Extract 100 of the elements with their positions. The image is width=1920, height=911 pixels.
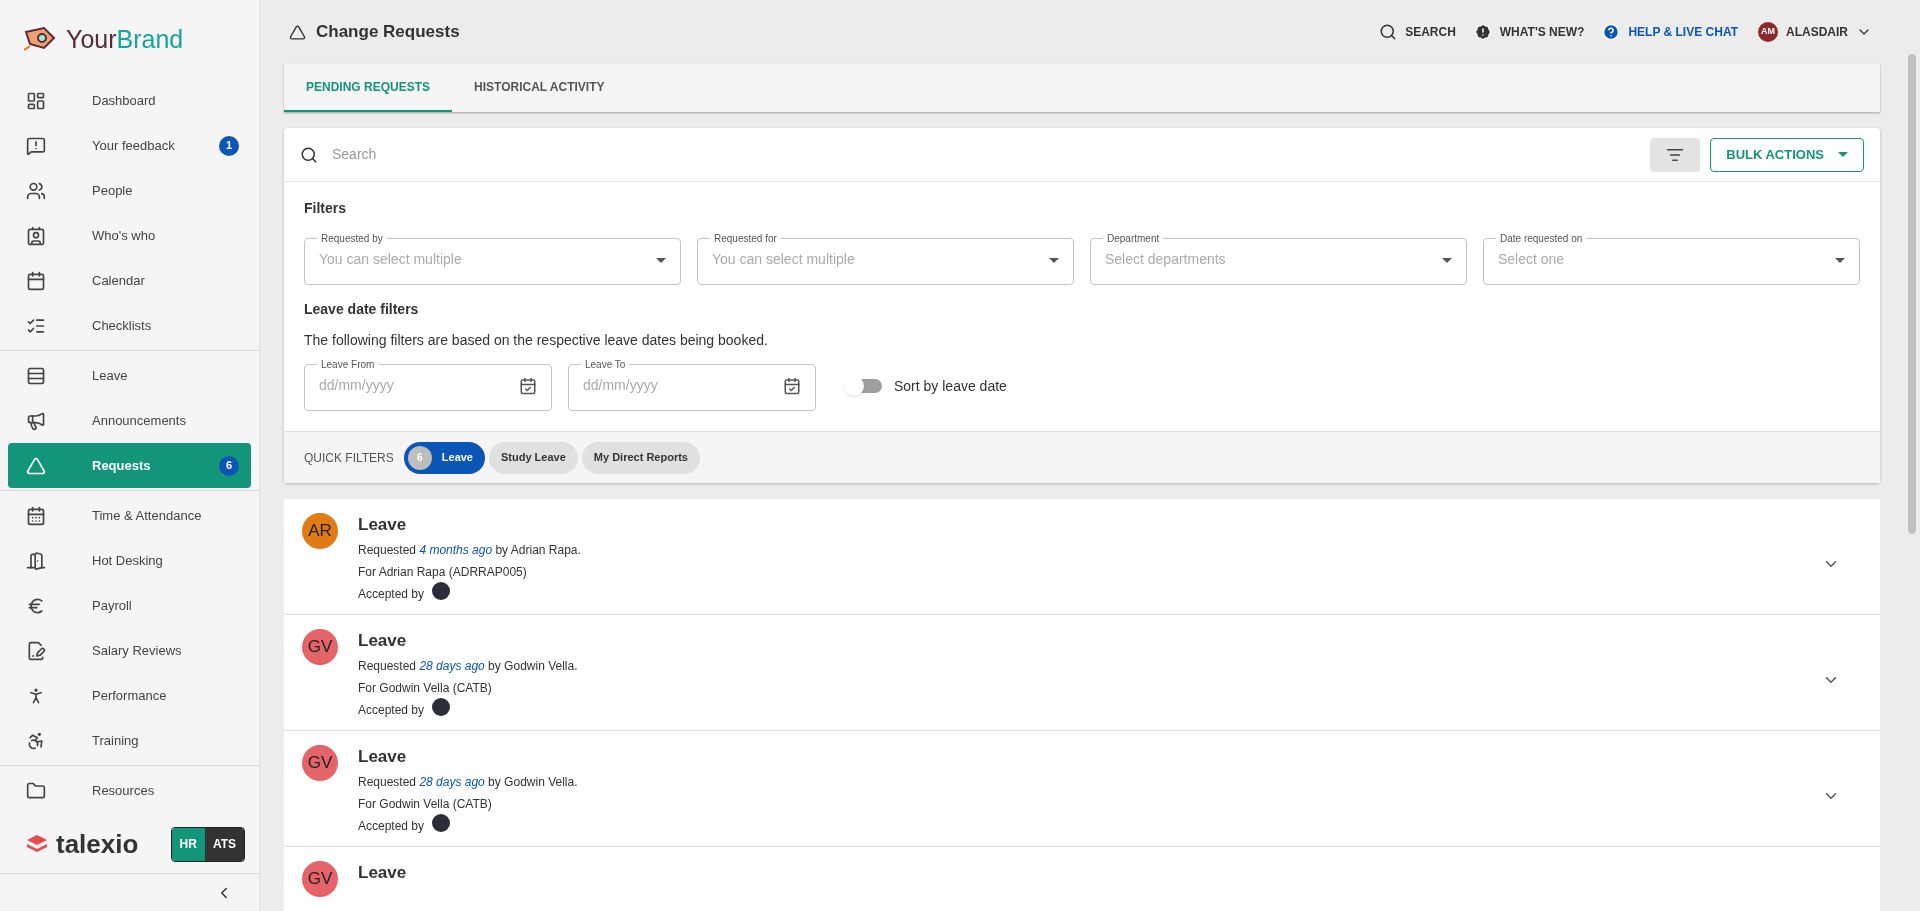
chip-count: 6 [407, 445, 432, 470]
requested-for-text: For Godwin Vella (CATB) [358, 680, 493, 697]
requested-for-text: For Godwin Vella (CATB) [358, 796, 493, 813]
triangle-icon [289, 23, 306, 41]
layers-logo-icon [26, 834, 48, 854]
filter-toggle-button[interactable] [1650, 137, 1701, 172]
select-input[interactable]: Select one [1498, 246, 1835, 274]
requested-text: Requested 4 months ago by Adrian Rapa. [358, 542, 582, 559]
approver-avatar [432, 814, 451, 832]
brand-logo: YourBrand [66, 26, 184, 52]
filters-heading: Filters [304, 199, 347, 218]
count-badge: 6 [219, 455, 239, 476]
sidebar-item[interactable]: Requests 6 [8, 443, 251, 488]
sidebar-item[interactable]: Salary Reviews [8, 628, 251, 673]
sidebar-item[interactable]: Dashboard [8, 78, 251, 123]
approver-avatar [432, 582, 451, 600]
quick-filter-chip[interactable]: My Direct Reports [581, 441, 700, 474]
quick-filter-chip[interactable]: Study Leave [489, 441, 578, 474]
dropdown-caret-icon[interactable] [656, 257, 666, 263]
dropdown-caret-icon [1838, 152, 1848, 157]
door-icon [26, 550, 46, 571]
request-title: Leave [358, 514, 408, 536]
date-input[interactable]: dd/mm/yyyy [583, 372, 783, 400]
field-label: Date requested on [1499, 232, 1584, 246]
sidebar-item[interactable]: Resources [8, 768, 251, 813]
request-title: Leave [358, 630, 408, 652]
request-card[interactable]: GV Leave Requested 28 days ago by Godwin Vella. For Godwin Vella (CATB) Accepted by [284, 615, 1880, 731]
megaphone-icon [26, 410, 46, 431]
header-action-button[interactable]: SEARCH [1379, 23, 1456, 41]
people-icon [26, 180, 46, 201]
request-card[interactable]: GV Leave Requested 28 days ago by Godwin Vella. For Godwin Vella (CATB) Accepted by [284, 731, 1880, 847]
scrollbar[interactable] [1908, 54, 1916, 534]
request-card[interactable]: AR Leave Requested 4 months ago by Adrian Rapa. For Adrian Rapa (ADRRAP005) Accepted by [284, 499, 1880, 615]
sidebar-item[interactable]: Hot Desking [8, 538, 251, 583]
request-card[interactable]: GV Leave [284, 847, 1880, 911]
talexio-logo: talexio [56, 831, 139, 857]
search-field[interactable]: Search [332, 144, 1651, 165]
select-input[interactable]: You can select multiple [712, 246, 1049, 274]
help-icon [1602, 23, 1621, 41]
dropdown-caret-icon[interactable] [1835, 257, 1845, 263]
sidebar-item[interactable]: Payroll [8, 583, 251, 628]
quick-filters-label: QUICK FILTERS [304, 449, 394, 467]
sidebar-item[interactable]: Announcements [8, 398, 251, 443]
leave-date-filters-heading: Leave date filters [304, 300, 420, 319]
sidebar-item[interactable]: People [8, 168, 251, 213]
accepted-by-label: Accepted by [358, 702, 425, 719]
user-menu-button[interactable]: AM ALASDAIR [1758, 22, 1872, 42]
sidebar-item[interactable]: Calendar [8, 258, 251, 303]
select-input[interactable]: Select departments [1105, 246, 1442, 274]
accepted-by-label: Accepted by [358, 818, 425, 835]
sidebar-item[interactable]: Your feedback 1 [8, 123, 251, 168]
dropdown-caret-icon[interactable] [1049, 257, 1059, 263]
sidebar-item[interactable]: Who's who [8, 213, 251, 258]
count-badge: 1 [219, 135, 239, 156]
date-picker[interactable]: Leave From dd/mm/yyyy [304, 357, 552, 411]
field-label: Requested for [713, 232, 778, 246]
calendar-icon [26, 270, 46, 291]
dropdown-select[interactable]: Date requested on Select one [1483, 231, 1860, 285]
requested-text: Requested 28 days ago by Godwin Vella. [358, 658, 579, 675]
sidebar-item[interactable]: Leave [8, 353, 251, 398]
header-action-button[interactable]: WHAT'S NEW? [1473, 23, 1585, 41]
request-title: Leave [358, 746, 408, 768]
search-icon [1379, 23, 1398, 41]
product-switch-tab[interactable]: HR [171, 827, 205, 861]
search-icon [300, 145, 318, 164]
sidebar-item[interactable]: Performance [8, 673, 251, 718]
requester-avatar: GV [302, 629, 338, 665]
requested-text: Requested 28 days ago by Godwin Vella. [358, 774, 579, 791]
dropdown-select[interactable]: Requested by You can select multiple [304, 231, 681, 285]
requester-avatar: GV [302, 745, 338, 781]
dropdown-select[interactable]: Department Select departments [1090, 231, 1467, 285]
signature-icon [26, 640, 46, 661]
contact-card-icon [26, 225, 46, 246]
sidebar-item[interactable]: Time & Attendance [8, 493, 251, 538]
calendar-icon[interactable] [519, 377, 537, 395]
sidebar-item[interactable]: Training [8, 718, 251, 763]
approver-avatar [432, 698, 451, 716]
select-input[interactable]: You can select multiple [319, 246, 656, 274]
product-switch-tab[interactable]: ATS [204, 827, 244, 861]
sidebar-item[interactable]: Checklists [8, 303, 251, 348]
rows-icon [26, 365, 46, 386]
date-input[interactable]: dd/mm/yyyy [319, 372, 519, 400]
dropdown-caret-icon[interactable] [1442, 257, 1452, 263]
user-avatar: AM [1758, 22, 1778, 42]
date-picker[interactable]: Leave To dd/mm/yyyy [568, 357, 816, 411]
requested-for-text: For Adrian Rapa (ADRRAP005) [358, 564, 528, 581]
dashboard-icon [26, 90, 46, 111]
triangle-icon [26, 455, 46, 476]
toggle-label: Sort by leave date [894, 376, 1007, 396]
bulk-actions-button[interactable]: BULK ACTIONS [1710, 137, 1864, 172]
header-action-button[interactable]: HELP & LIVE CHAT [1602, 23, 1738, 41]
calendar-icon [26, 505, 46, 526]
dropdown-select[interactable]: Requested for You can select multiple [697, 231, 1074, 285]
sort-toggle[interactable] [846, 379, 882, 393]
tab[interactable]: HISTORICAL ACTIVITY [452, 64, 627, 112]
quick-filter-chip[interactable]: 6 Leave [403, 441, 485, 474]
calendar-icon[interactable] [783, 377, 801, 395]
request-title: Leave [358, 862, 408, 884]
leave-date-note: The following filters are based on the respective leave dates being booked. [304, 331, 769, 350]
requester-avatar: AR [302, 513, 338, 549]
